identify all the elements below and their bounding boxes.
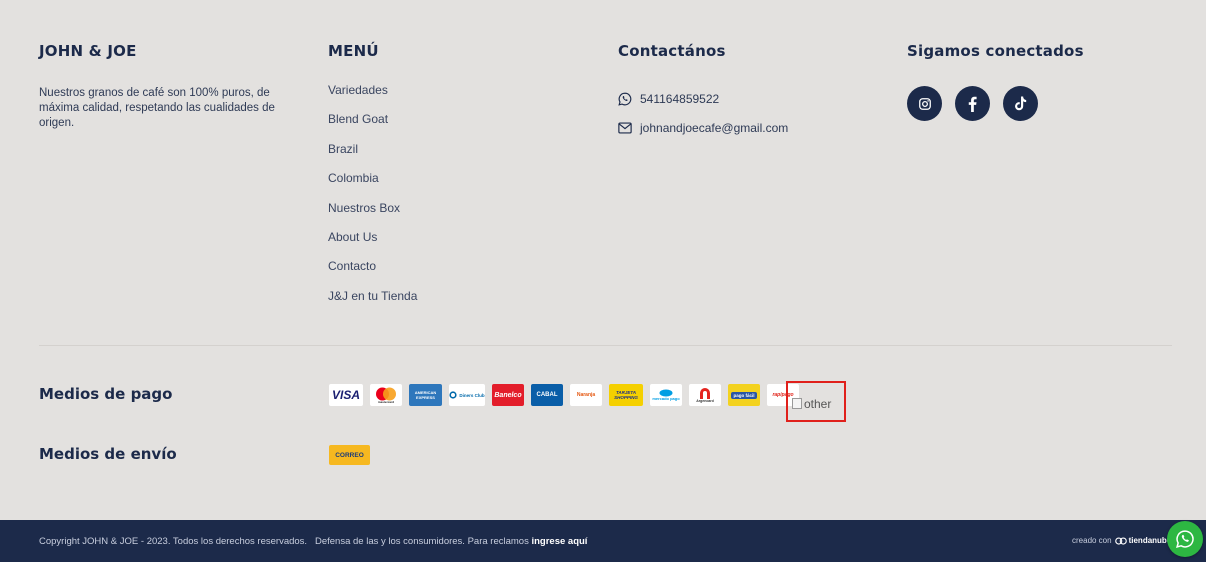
contact-phone: 541164859522: [640, 91, 720, 106]
brand-about: Nuestros granos de café son 100% puros, …: [39, 87, 275, 129]
menu-item-nuestros-box[interactable]: Nuestros Box: [328, 201, 400, 215]
shipping-label: Medios de envío: [39, 445, 177, 463]
social-title: Sigamos conectados: [907, 42, 1084, 60]
instagram-button[interactable]: [907, 86, 942, 121]
menu-item-contacto[interactable]: Contacto: [328, 259, 376, 273]
footer-top: JOHN & JOE Nuestros granos de café son 1…: [0, 0, 1206, 520]
menu-item-jj-en-tu-tienda[interactable]: J&J en tu Tienda: [328, 289, 417, 303]
payment-other-image: other: [786, 381, 846, 422]
footer-bottom-bar: Copyright JOHN & JOE - 2023. Todos los d…: [0, 520, 1206, 562]
social-links: [907, 86, 1167, 121]
menu-item-about-us[interactable]: About Us: [328, 230, 377, 244]
payment-cabal-logo: CABAL: [531, 384, 563, 406]
payment-mercadopago-logo: mercado pago: [650, 384, 682, 406]
payment-argencard-logo: Argencard: [689, 384, 721, 406]
menu-title: MENÚ: [328, 42, 379, 60]
shipping-correo-logo: CORREO: [329, 445, 370, 465]
whatsapp-float-button[interactable]: [1167, 521, 1203, 557]
menu-item-blend-goat[interactable]: Blend Goat: [328, 112, 388, 126]
copyright-text: Copyright JOHN & JOE - 2023. Todos los d…: [39, 536, 588, 547]
payment-methods: VISA mastercard AMERICAN EXPRESS Diners …: [329, 384, 806, 406]
contact-email-link[interactable]: johnandjoecafe@gmail.com: [618, 113, 878, 142]
payment-pagofacil-logo: pago fácil: [728, 384, 760, 406]
facebook-button[interactable]: [955, 86, 990, 121]
menu-item-brazil[interactable]: Brazil: [328, 142, 358, 156]
whatsapp-icon: [618, 92, 632, 106]
payment-mastercard-logo: mastercard: [370, 384, 402, 406]
instagram-icon: [918, 97, 932, 111]
menu-item-variedades[interactable]: Variedades: [328, 83, 388, 97]
contact-phone-link[interactable]: 541164859522: [618, 84, 878, 113]
payment-visa-logo: VISA: [329, 384, 363, 406]
whatsapp-icon: [1175, 529, 1195, 549]
contact-column: Contactános 541164859522 johnandjoecafe@…: [618, 42, 878, 142]
tiendanube-credit-link[interactable]: creado con tiendanube: [1072, 536, 1171, 545]
payment-naranja-logo: Naranja: [570, 384, 602, 406]
payment-diners-logo: Diners Club: [449, 384, 485, 406]
payment-shopping-logo: TARJETA SHOPPING: [609, 384, 643, 406]
payment-amex-logo: AMERICAN EXPRESS: [409, 384, 442, 406]
contact-email: johnandjoecafe@gmail.com: [640, 120, 789, 135]
consumer-claims-link[interactable]: ingrese aquí: [531, 536, 587, 547]
brand-column: JOHN & JOE Nuestros granos de café son 1…: [39, 42, 299, 131]
menu-item-colombia[interactable]: Colombia: [328, 171, 379, 185]
facebook-icon: [968, 96, 977, 112]
tiktok-button[interactable]: [1003, 86, 1038, 121]
payments-label: Medios de pago: [39, 385, 173, 403]
menu-list: Variedades Blend Goat Brazil Colombia Nu…: [328, 83, 528, 318]
social-column: Sigamos conectados: [907, 42, 1167, 121]
broken-image-icon: [792, 398, 802, 409]
contact-title: Contactános: [618, 42, 726, 60]
payment-banelco-logo: Banelco: [492, 384, 524, 406]
menu-column: MENÚ Variedades Blend Goat Brazil Colomb…: [328, 42, 528, 318]
mail-icon: [618, 121, 632, 135]
footer-divider: [39, 345, 1172, 346]
tiendanube-icon: [1114, 536, 1127, 545]
tiktok-icon: [1014, 96, 1027, 111]
brand-title: JOHN & JOE: [39, 42, 137, 60]
